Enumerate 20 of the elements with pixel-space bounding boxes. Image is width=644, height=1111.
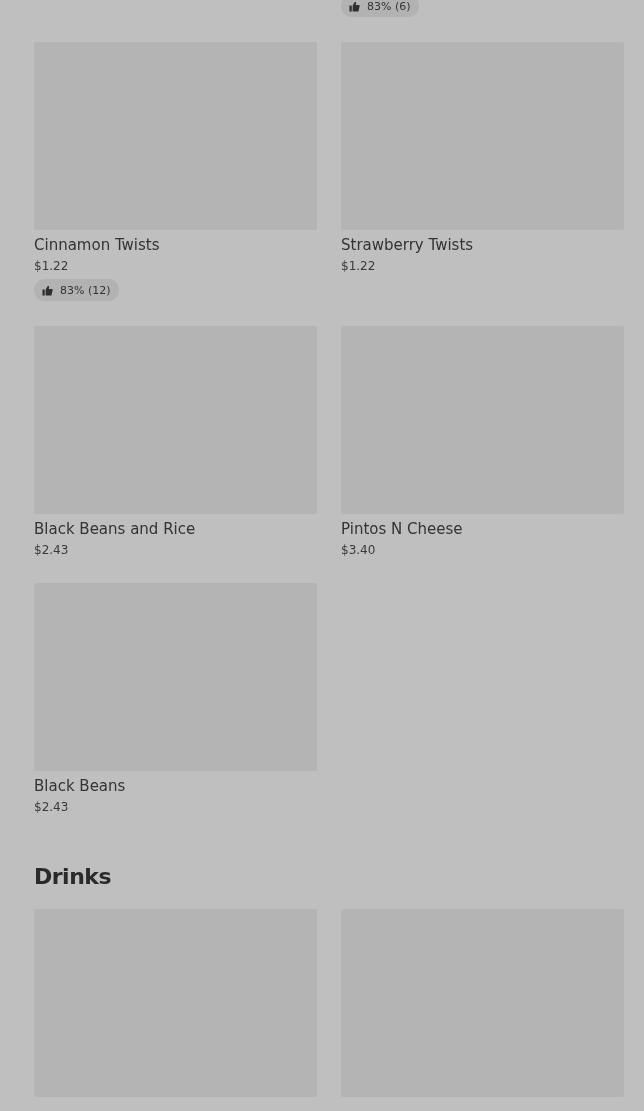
product-price: $2.43	[34, 542, 69, 558]
thumbs-up-icon	[42, 284, 53, 296]
product-name: Black Beans	[34, 776, 126, 796]
section-heading: Drinks	[34, 863, 113, 891]
product-price: $2.43	[34, 799, 69, 815]
product-price: $1.22	[34, 258, 69, 274]
rating-badge: 83% (6)	[341, 0, 419, 17]
product-card[interactable]: Strawberry Twists $1.22	[341, 42, 624, 274]
product-card[interactable]: Cinnamon Twists $1.22 83% (12)	[34, 42, 317, 301]
thumbs-up-icon	[349, 0, 360, 12]
product-card[interactable]: Pintos N Cheese $3.40	[341, 326, 624, 558]
product-name: Pintos N Cheese	[341, 519, 463, 539]
product-card[interactable]: Black Beans and Rice $2.43	[34, 326, 317, 558]
product-price: $1.22	[341, 258, 376, 274]
product-name: Strawberry Twists	[341, 235, 474, 255]
product-name: Black Beans and Rice	[34, 519, 196, 539]
product-card[interactable]: Black Beans $2.43	[34, 583, 317, 815]
product-name: Cinnamon Twists	[34, 235, 160, 255]
rating-badge: 83% (12)	[34, 279, 119, 301]
product-price: $3.40	[341, 542, 376, 558]
